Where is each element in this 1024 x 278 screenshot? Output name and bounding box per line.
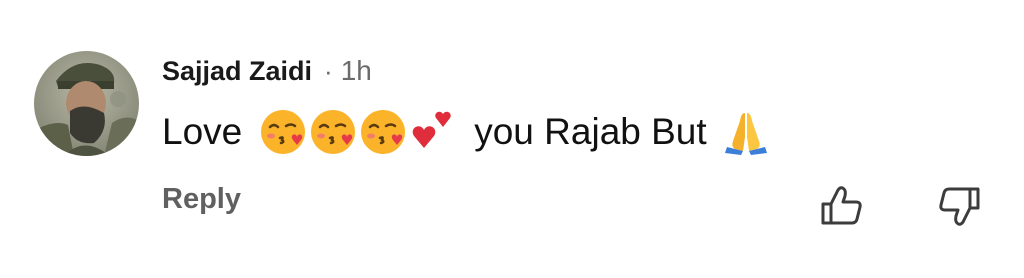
comment-text-end: you Rajab But	[474, 111, 707, 152]
dislike-button[interactable]	[935, 182, 983, 230]
comment: Sajjad Zaidi · 1h Love you Rajab But Rep…	[0, 0, 1024, 278]
timestamp: 1h	[340, 55, 372, 86]
emoji-group	[258, 106, 460, 158]
comment-text-start: Love	[162, 111, 243, 152]
like-button[interactable]	[818, 182, 866, 230]
reply-button[interactable]: Reply	[162, 183, 241, 216]
comment-text: Love you Rajab But	[162, 104, 771, 160]
thumbs-up-icon	[821, 186, 862, 225]
face-blowing-kiss-emoji	[361, 110, 406, 154]
author-name[interactable]: Sajjad Zaidi	[162, 56, 312, 87]
face-blowing-kiss-emoji	[261, 110, 306, 154]
meta-separator: ·	[324, 55, 333, 86]
two-hearts-emoji	[412, 111, 451, 148]
avatar-image	[34, 51, 139, 156]
folded-hands-emoji-wrap	[721, 107, 771, 157]
thumbs-down-icon	[939, 187, 980, 226]
avatar[interactable]	[34, 51, 139, 156]
folded-hands-emoji	[724, 113, 767, 155]
comment-header: Sajjad Zaidi · 1h	[162, 54, 372, 88]
face-blowing-kiss-emoji	[311, 110, 356, 154]
